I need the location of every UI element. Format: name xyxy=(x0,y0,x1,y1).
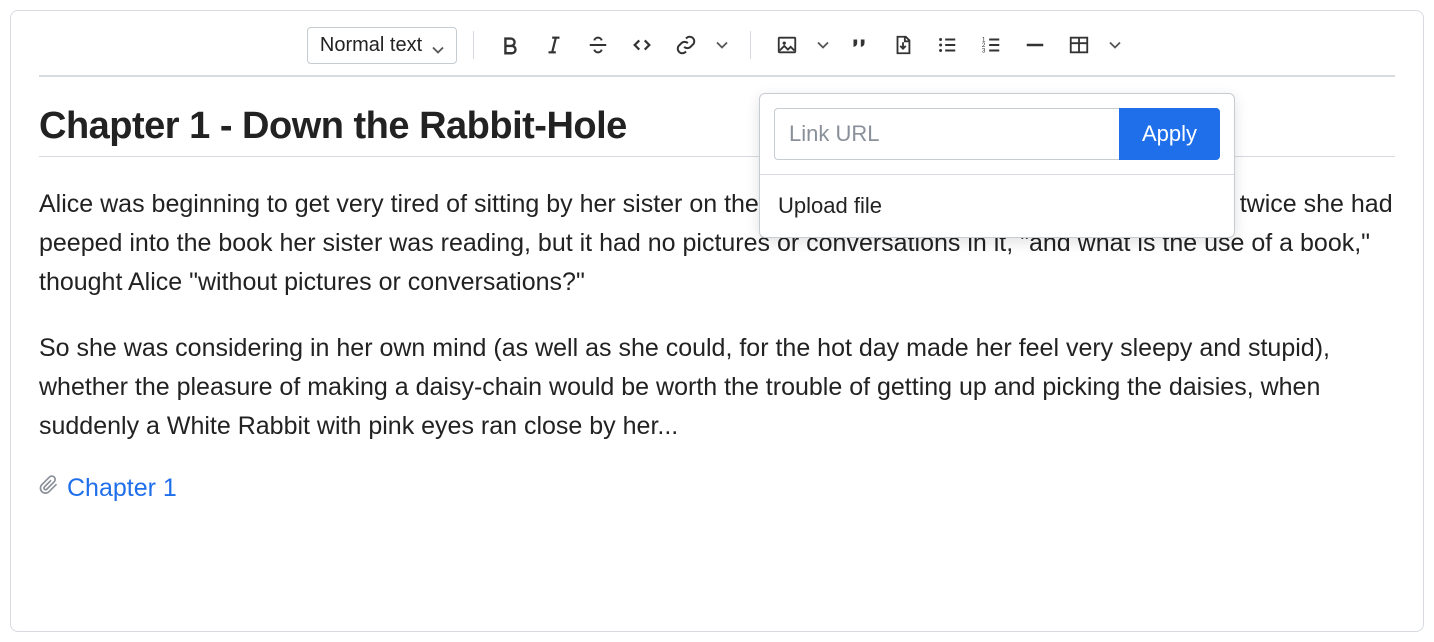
format-group xyxy=(490,25,734,65)
toolbar: Normal text xyxy=(39,25,1395,77)
editor-frame: Normal text xyxy=(10,10,1424,632)
text-style-select[interactable]: Normal text xyxy=(307,27,457,64)
text-style-label: Normal text xyxy=(320,34,422,57)
bold-button[interactable] xyxy=(490,25,530,65)
divider xyxy=(473,31,474,59)
bullet-list-button[interactable] xyxy=(927,25,967,65)
paragraph: So she was considering in her own mind (… xyxy=(39,329,1395,445)
attachment-label: Chapter 1 xyxy=(67,474,177,503)
horizontal-rule-button[interactable] xyxy=(1015,25,1055,65)
attachment-link[interactable]: Chapter 1 xyxy=(39,474,177,503)
insert-group: 123 xyxy=(767,25,1127,65)
code-button[interactable] xyxy=(622,25,662,65)
quote-button[interactable] xyxy=(839,25,879,65)
italic-button[interactable] xyxy=(534,25,574,65)
link-popover: Apply Upload file xyxy=(759,93,1235,238)
table-button[interactable] xyxy=(1059,25,1099,65)
table-dropdown-button[interactable] xyxy=(1103,25,1127,65)
link-dropdown-button[interactable] xyxy=(710,25,734,65)
svg-text:3: 3 xyxy=(982,47,986,54)
divider xyxy=(750,31,751,59)
strikethrough-button[interactable] xyxy=(578,25,618,65)
link-input-row: Apply xyxy=(760,94,1234,175)
file-button[interactable] xyxy=(883,25,923,65)
link-button[interactable] xyxy=(666,25,706,65)
paperclip-icon xyxy=(39,474,59,503)
image-dropdown-button[interactable] xyxy=(811,25,835,65)
ordered-list-button[interactable]: 123 xyxy=(971,25,1011,65)
apply-button[interactable]: Apply xyxy=(1119,108,1220,160)
chevron-down-icon xyxy=(432,39,444,51)
upload-file-option[interactable]: Upload file xyxy=(760,175,1234,237)
image-button[interactable] xyxy=(767,25,807,65)
link-url-input[interactable] xyxy=(774,108,1119,160)
